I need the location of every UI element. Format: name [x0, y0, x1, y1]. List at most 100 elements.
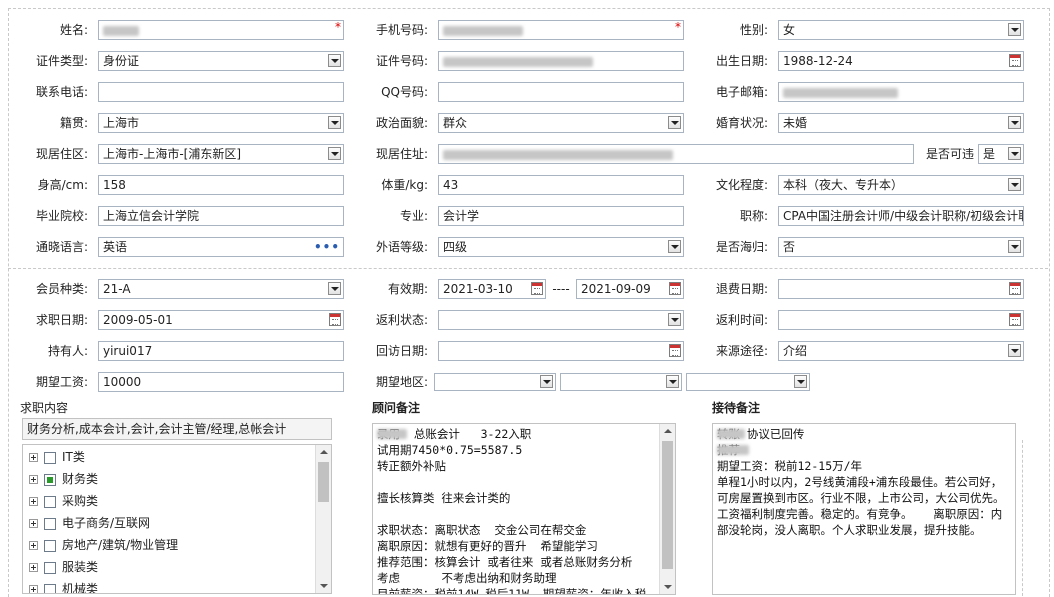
- job-title-field[interactable]: CPA中国注册会计师/中级会计职称/初级会计职: [778, 206, 1024, 226]
- dropdown-arrow-icon[interactable]: [1008, 23, 1021, 36]
- yesno-select[interactable]: 是: [978, 144, 1024, 164]
- calendar-icon[interactable]: [1009, 54, 1021, 67]
- dropdown-arrow-icon[interactable]: [1008, 147, 1021, 160]
- checkbox[interactable]: [44, 517, 56, 530]
- id-no-field[interactable]: [438, 51, 684, 71]
- region-district-select[interactable]: [686, 373, 810, 391]
- id-type-select[interactable]: 身份证: [98, 51, 344, 71]
- calendar-icon[interactable]: [669, 344, 681, 357]
- expand-icon[interactable]: [29, 475, 38, 484]
- valid-to-field[interactable]: 2021-09-09: [576, 279, 684, 299]
- refund-status-select[interactable]: [438, 310, 684, 330]
- tree-item[interactable]: 采购类: [29, 491, 98, 511]
- job-content-title: 求职内容: [20, 401, 69, 415]
- calendar-icon[interactable]: [1009, 282, 1021, 295]
- scroll-up-icon[interactable]: [660, 424, 675, 439]
- job-date-field[interactable]: 2009-05-01: [98, 310, 344, 330]
- job-category-tree[interactable]: IT类 财务类 采购类 电子商务/互联网 房地产/建筑/物业管理 服装类机械类: [22, 444, 332, 594]
- residence-select[interactable]: 上海市-上海市-[浦东新区]: [98, 144, 344, 164]
- tree-item[interactable]: 服装类: [29, 557, 98, 577]
- name-field[interactable]: *: [98, 20, 344, 40]
- calendar-icon[interactable]: [531, 282, 543, 295]
- politics-select[interactable]: 群众: [438, 113, 684, 133]
- tree-scrollbar[interactable]: [315, 445, 331, 593]
- expand-icon[interactable]: [29, 585, 38, 593]
- scroll-down-icon[interactable]: [316, 578, 331, 593]
- dropdown-arrow-icon[interactable]: [540, 375, 553, 388]
- native-select[interactable]: 上海市: [98, 113, 344, 133]
- contact-field[interactable]: [98, 82, 344, 102]
- dropdown-arrow-icon[interactable]: [328, 147, 341, 160]
- checkbox[interactable]: [44, 539, 56, 552]
- birth-date-field[interactable]: 1988-12-24: [778, 51, 1024, 71]
- scroll-thumb[interactable]: [662, 441, 673, 569]
- region-city-select[interactable]: [560, 373, 682, 391]
- holder-field[interactable]: yirui017: [98, 341, 344, 361]
- language-field[interactable]: 英语 •••: [98, 237, 344, 257]
- marital-select[interactable]: 未婚: [778, 113, 1024, 133]
- tree-item[interactable]: IT类: [29, 447, 85, 467]
- dropdown-arrow-icon[interactable]: [328, 116, 341, 129]
- phone-field[interactable]: *: [438, 20, 684, 40]
- dropdown-arrow-icon[interactable]: [1008, 178, 1021, 191]
- dropdown-arrow-icon[interactable]: [1008, 344, 1021, 357]
- job-content-summary[interactable]: 财务分析,成本会计,会计,会计主管/经理,总帐会计: [22, 418, 332, 440]
- gender-select[interactable]: 女: [778, 20, 1024, 40]
- member-type-select[interactable]: 21-A: [98, 279, 344, 299]
- tree-item[interactable]: 财务类: [29, 469, 98, 489]
- address-field[interactable]: [438, 144, 914, 164]
- notes-scrollbar[interactable]: [659, 424, 675, 594]
- expand-icon[interactable]: [29, 563, 38, 572]
- calendar-icon[interactable]: [1009, 313, 1021, 326]
- salary-field[interactable]: 10000: [98, 372, 344, 392]
- expand-icon[interactable]: [29, 519, 38, 528]
- calendar-icon[interactable]: [329, 313, 341, 326]
- checkbox[interactable]: [44, 495, 56, 508]
- revisit-date-field[interactable]: [438, 341, 684, 361]
- expand-icon[interactable]: [29, 497, 38, 506]
- expand-icon[interactable]: [29, 453, 38, 462]
- dropdown-arrow-icon[interactable]: [668, 116, 681, 129]
- birth-label: 出生日期:: [715, 54, 768, 68]
- dropdown-arrow-icon[interactable]: [668, 240, 681, 253]
- weight-field[interactable]: 43: [438, 175, 684, 195]
- height-field[interactable]: 158: [98, 175, 344, 195]
- overseas-select[interactable]: 否: [778, 237, 1024, 257]
- dropdown-arrow-icon[interactable]: [1008, 240, 1021, 253]
- scroll-thumb[interactable]: [318, 462, 329, 502]
- school-field[interactable]: 上海立信会计学院: [98, 206, 344, 226]
- refund-time-field[interactable]: [778, 310, 1024, 330]
- education-select[interactable]: 本科（夜大、专升本）: [778, 175, 1024, 195]
- checkbox[interactable]: [44, 473, 56, 486]
- qq-field[interactable]: [438, 82, 684, 102]
- lang-level-select[interactable]: 四级: [438, 237, 684, 257]
- dropdown-arrow-icon[interactable]: [328, 282, 341, 295]
- checkbox[interactable]: [44, 451, 56, 464]
- checkbox[interactable]: [44, 561, 56, 574]
- redacted-value: [443, 25, 523, 36]
- consultant-notes-textarea[interactable]: 录用 总账会计 3-22入职 试用期7450*0.75=5587.5 转正额外补…: [372, 423, 676, 595]
- dropdown-arrow-icon[interactable]: [794, 375, 807, 388]
- scroll-down-icon[interactable]: [660, 579, 675, 594]
- tree-item-label: 机械类: [62, 582, 99, 594]
- dropdown-arrow-icon[interactable]: [1008, 116, 1021, 129]
- email-field[interactable]: [778, 82, 1024, 102]
- checkbox[interactable]: [44, 583, 56, 593]
- dropdown-arrow-icon[interactable]: [328, 54, 341, 67]
- dropdown-arrow-icon[interactable]: [666, 375, 679, 388]
- residence-value: 上海市-上海市-[浦东新区]: [103, 147, 242, 161]
- tree-item[interactable]: 房地产/建筑/物业管理: [29, 535, 178, 555]
- more-options-icon[interactable]: •••: [314, 238, 340, 256]
- dropdown-arrow-icon[interactable]: [668, 313, 681, 326]
- calendar-icon[interactable]: [669, 282, 681, 295]
- scroll-up-icon[interactable]: [316, 445, 331, 460]
- major-field[interactable]: 会计学: [438, 206, 684, 226]
- reception-notes-textarea[interactable]: 转账 协议已回传 推荐 期望工资：税前12-15万/年 单程1小时以内，2号线黄…: [712, 423, 1016, 595]
- tree-item[interactable]: 电子商务/互联网: [29, 513, 150, 533]
- source-select[interactable]: 介绍: [778, 341, 1024, 361]
- expand-icon[interactable]: [29, 541, 38, 550]
- valid-from-field[interactable]: 2021-03-10: [438, 279, 546, 299]
- region-province-select[interactable]: [434, 373, 556, 391]
- refund-date-field[interactable]: [778, 279, 1024, 299]
- tree-item[interactable]: 机械类: [29, 579, 99, 594]
